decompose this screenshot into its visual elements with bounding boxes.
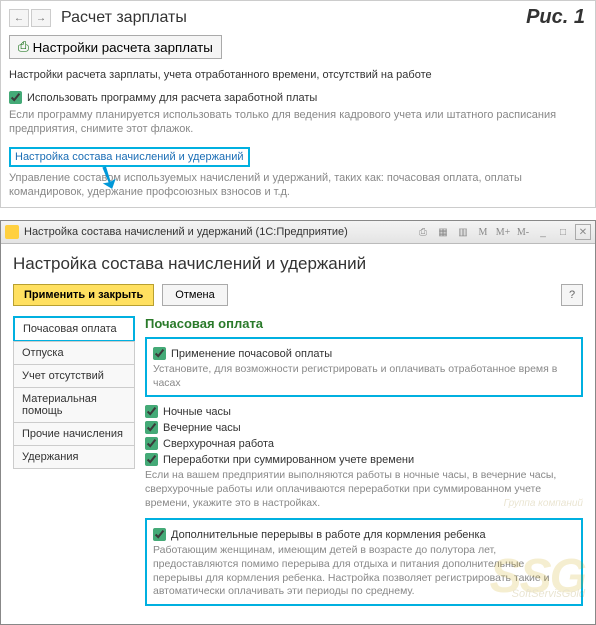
maximize-button[interactable]: □	[555, 224, 571, 240]
feeding-break-hint: Работающим женщинам, имеющим детей в воз…	[153, 544, 575, 599]
titlebar-text: Настройка состава начислений и удержаний…	[24, 226, 415, 238]
general-hint: Если на вашем предприятии выполняются ра…	[145, 469, 583, 510]
config-composition-link[interactable]: Настройка состава начислений и удержаний	[15, 151, 244, 163]
summed-overtime-label: Переработки при суммированном учете врем…	[163, 454, 414, 466]
use-program-checkbox[interactable]	[9, 91, 22, 104]
night-hours-label: Ночные часы	[163, 406, 231, 418]
use-program-label: Использовать программу для расчета зараб…	[27, 92, 317, 104]
window-heading: Настройка состава начислений и удержаний	[13, 254, 583, 274]
intro-text: Настройки расчета зарплаты, учета отрабо…	[9, 69, 587, 81]
tab-deductions[interactable]: Удержания	[13, 445, 135, 469]
evening-hours-label: Вечерние часы	[163, 422, 241, 434]
config-desc: Управление составом используемых начисле…	[9, 171, 587, 200]
print-settings-button[interactable]: ⎙ Настройки расчета зарплаты	[9, 35, 222, 59]
overtime-checkbox[interactable]	[145, 437, 158, 450]
content-split: Почасовая оплата Отпуска Учет отсутствий…	[13, 316, 583, 614]
help-button[interactable]: ?	[561, 284, 583, 306]
print-btn-label: Настройки расчета зарплаты	[33, 40, 213, 55]
use-program-hint: Если программу планируется использовать …	[9, 108, 587, 137]
apply-close-button[interactable]: Применить и закрыть	[13, 284, 154, 306]
tool-print-icon[interactable]: ⎙	[415, 224, 431, 240]
tab-other-accruals[interactable]: Прочие начисления	[13, 422, 135, 446]
tabs-list: Почасовая оплата Отпуска Учет отсутствий…	[13, 316, 135, 614]
tool-calc-icon[interactable]: ▦	[435, 224, 451, 240]
minimize-button[interactable]: _	[535, 224, 551, 240]
tab-hourly-pay[interactable]: Почасовая оплата	[13, 316, 135, 342]
hourly-pay-label: Применение почасовой оплаты	[171, 348, 332, 360]
overtime-label: Сверхурочная работа	[163, 438, 274, 450]
window-body: Настройка состава начислений и удержаний…	[1, 244, 595, 624]
hourly-callout: Применение почасовой оплаты Установите, …	[145, 337, 583, 397]
tab-vacations[interactable]: Отпуска	[13, 341, 135, 365]
tab-material-aid[interactable]: Материальная помощь	[13, 387, 135, 423]
titlebar: Настройка состава начислений и удержаний…	[1, 221, 595, 244]
app-icon	[5, 225, 19, 239]
cancel-button[interactable]: Отмена	[162, 284, 227, 306]
nav-arrows: ← →	[9, 9, 51, 27]
panel-right: Почасовая оплата Применение почасовой оп…	[145, 316, 583, 614]
panel-title: Почасовая оплата	[145, 316, 583, 331]
tool-m-button[interactable]: M	[475, 224, 491, 240]
figure-label: Рис. 1	[526, 6, 585, 29]
night-hours-checkbox[interactable]	[145, 405, 158, 418]
use-program-row: Использовать программу для расчета зараб…	[9, 91, 587, 104]
tab-absences[interactable]: Учет отсутствий	[13, 364, 135, 388]
nav-forward-button[interactable]: →	[31, 9, 51, 27]
titlebar-tools: ⎙ ▦ ▥ M M+ M- _ □ ✕	[415, 224, 591, 240]
settings-page: Рис. 1 ← → Расчет зарплаты ⎙ Настройки р…	[0, 0, 596, 208]
tool-calendar-icon[interactable]: ▥	[455, 224, 471, 240]
nav-back-button[interactable]: ←	[9, 9, 29, 27]
feeding-break-callout: Дополнительные перерывы в работе для кор…	[145, 518, 583, 606]
summed-overtime-checkbox[interactable]	[145, 453, 158, 466]
hourly-pay-checkbox[interactable]	[153, 347, 166, 360]
feeding-break-checkbox[interactable]	[153, 528, 166, 541]
print-icon: ⎙	[18, 39, 29, 55]
action-toolbar: Применить и закрыть Отмена ?	[13, 284, 583, 306]
close-button[interactable]: ✕	[575, 224, 591, 240]
composition-window: Настройка состава начислений и удержаний…	[0, 220, 596, 625]
evening-hours-checkbox[interactable]	[145, 421, 158, 434]
feeding-break-label: Дополнительные перерывы в работе для кор…	[171, 529, 486, 541]
config-link-highlight: Настройка состава начислений и удержаний	[9, 147, 250, 167]
tool-mplus-button[interactable]: M+	[495, 224, 511, 240]
tool-mminus-button[interactable]: M-	[515, 224, 531, 240]
hourly-pay-hint: Установите, для возможности регистрирова…	[153, 363, 575, 390]
page-title: Расчет зарплаты	[61, 9, 187, 27]
